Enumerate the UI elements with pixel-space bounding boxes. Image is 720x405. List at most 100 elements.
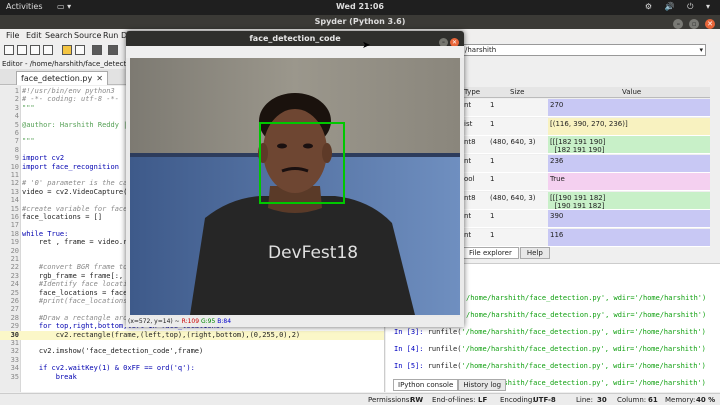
- spyder-titlebar: Spyder (Python 3.6) – ▫ ✕: [0, 15, 720, 29]
- variable-type: ist: [464, 119, 473, 128]
- opencv-toolbar: [126, 46, 464, 58]
- tab-history-log[interactable]: History log: [458, 379, 507, 391]
- pixel-b: B:84: [217, 318, 232, 325]
- memory-label: Memory:: [665, 396, 696, 404]
- main-toolbar: [0, 42, 130, 59]
- code-text: #create variable for face: [22, 204, 128, 213]
- code-text: break: [22, 372, 77, 381]
- close-tab-icon[interactable]: ✕: [96, 74, 103, 83]
- variable-type: nt: [464, 156, 472, 165]
- open-recent-icon[interactable]: [62, 45, 72, 55]
- code-text: #print(face_locations): [22, 297, 132, 305]
- pixel-g: G:95: [201, 318, 216, 325]
- mouse-pointer-icon: ➤: [362, 40, 371, 51]
- console-prompt: In [5]:: [394, 362, 428, 370]
- console-arg: '/home/harshith/face_detection.py', wdir…: [461, 345, 706, 353]
- variable-value: 116: [548, 228, 710, 246]
- close-button[interactable]: ✕: [705, 19, 715, 29]
- opencv-window[interactable]: face_detection_code – ✕ DevFest18 (x=572…: [126, 31, 464, 327]
- working-directory-input[interactable]: /harshith ▾: [462, 44, 706, 56]
- console-line: /home/harshith/face_detection.py', wdir=…: [466, 294, 706, 302]
- variable-row[interactable]: nt 1 270: [462, 99, 710, 117]
- encoding-value: UTF-8: [533, 396, 556, 404]
- tab-ipython-console[interactable]: IPython console: [393, 379, 459, 391]
- variable-value: 390: [548, 210, 710, 227]
- clock[interactable]: Wed 21:06: [0, 2, 720, 11]
- column-type[interactable]: Type: [464, 88, 480, 96]
- code-text: @author: Harshith Reddy |: [22, 120, 128, 129]
- memory-value: 40 %: [696, 396, 716, 404]
- chevron-down-icon[interactable]: ▾: [699, 45, 703, 55]
- console-arg: /home/harshith/face_detection.py', wdir=…: [466, 294, 707, 302]
- code-text: """: [22, 137, 35, 146]
- maximize-button[interactable]: ▫: [689, 19, 700, 29]
- variable-value: 236: [548, 154, 710, 172]
- console-prompt: In [3]:: [394, 328, 428, 336]
- variable-row[interactable]: nt8 (480, 640, 3) [[[190 191 182] [190 191…: [462, 191, 710, 210]
- variable-row[interactable]: ist 1 [(116, 390, 270, 236)]: [462, 117, 710, 136]
- code-text: ret , frame = video.rea: [22, 238, 136, 247]
- variable-row[interactable]: nt 1 390: [462, 210, 710, 228]
- opencv-window-title: face_detection_code: [249, 34, 341, 43]
- variable-row[interactable]: ool 1 True: [462, 173, 710, 191]
- debug-icon[interactable]: [108, 45, 118, 55]
- editor-path-label: Editor - /home/harshith/face_detection: [2, 60, 137, 68]
- console-func: runfile(: [427, 362, 462, 370]
- menu-file[interactable]: File: [6, 31, 19, 40]
- variable-size: 1: [490, 156, 495, 165]
- save-all-icon[interactable]: [43, 45, 53, 55]
- run-icon[interactable]: [92, 45, 102, 55]
- column-size[interactable]: Size: [510, 88, 524, 96]
- menu-search[interactable]: Search: [45, 31, 72, 40]
- variable-size: 1: [490, 230, 495, 239]
- webcam-frame[interactable]: DevFest18: [130, 58, 460, 315]
- variable-value: [(116, 390, 270, 236)]: [548, 117, 710, 135]
- code-text: #Identify face locatio: [22, 280, 132, 289]
- variable-type: nt8: [464, 138, 476, 146]
- menu-run[interactable]: Run: [103, 31, 118, 40]
- code-text: import face_recognition: [22, 162, 119, 171]
- console-arg: '/home/harshith/face_detection.py', wdir…: [461, 362, 706, 370]
- variable-row[interactable]: nt 1 236: [462, 154, 710, 173]
- open-folder-icon[interactable]: [17, 45, 27, 55]
- menu-edit[interactable]: Edit: [26, 31, 42, 40]
- webcam-image: DevFest18: [130, 58, 460, 315]
- tab-face-detection[interactable]: face_detection.py ✕: [16, 71, 108, 85]
- code-text: video = cv2.VideoCapture(0: [22, 187, 132, 196]
- code-text: #convert BGR frame to: [22, 263, 128, 272]
- variable-row[interactable]: nt8 (480, 640, 3) [[[182 191 190] [182 191…: [462, 136, 710, 154]
- tab-file-explorer[interactable]: File explorer: [462, 247, 519, 259]
- console-line: /home/harshith/face_detection.py', wdir=…: [466, 311, 706, 319]
- variable-type: nt: [464, 212, 472, 220]
- column-value[interactable]: Value: [622, 88, 641, 96]
- line-label: Line:: [576, 396, 593, 404]
- print-icon[interactable]: [75, 45, 85, 55]
- permissions-label: Permissions:: [368, 396, 412, 404]
- variable-type: ool: [464, 175, 475, 183]
- menu-source[interactable]: Source: [74, 31, 101, 40]
- opencv-titlebar[interactable]: face_detection_code – ✕: [126, 31, 464, 47]
- system-tray[interactable]: ⚙ 🔊 ⏻ ▾: [645, 2, 715, 12]
- code-line[interactable]: 35 break: [0, 372, 384, 382]
- variable-table-header: Type Size Value: [462, 87, 710, 98]
- eol-value: LF: [478, 396, 488, 404]
- minimize-button[interactable]: –: [673, 19, 684, 29]
- variable-type: nt: [464, 230, 472, 239]
- console-func: runfile(: [427, 345, 462, 353]
- tab-help[interactable]: Help: [519, 247, 550, 259]
- cursor-position: (x=572, y=14) ~: [128, 318, 180, 325]
- code-text: face_locations = face_: [22, 288, 132, 297]
- shirt-text: DevFest18: [268, 243, 358, 263]
- variable-row[interactable]: nt 1 116: [462, 228, 710, 247]
- new-file-icon[interactable]: [4, 45, 14, 55]
- console-tabs: IPython console History log: [393, 379, 507, 391]
- working-directory-value: /harshith: [465, 46, 497, 54]
- code-text: #Draw a rectangle arou: [22, 313, 132, 322]
- editor-tab-bar: face_detection.py ✕: [0, 69, 130, 85]
- console-arg: '/home/harshith/face_detection.py', wdir…: [461, 328, 706, 336]
- console-line: In [3]: runfile('/home/harshith/face_det…: [394, 328, 706, 336]
- code-text: # -*- coding: utf-8 -*-: [22, 95, 119, 104]
- mid-pane-tabs: File explorer Help: [462, 247, 551, 259]
- variable-value: [[[190 191 182] [190 191 182]: [548, 191, 710, 210]
- save-icon[interactable]: [30, 45, 40, 55]
